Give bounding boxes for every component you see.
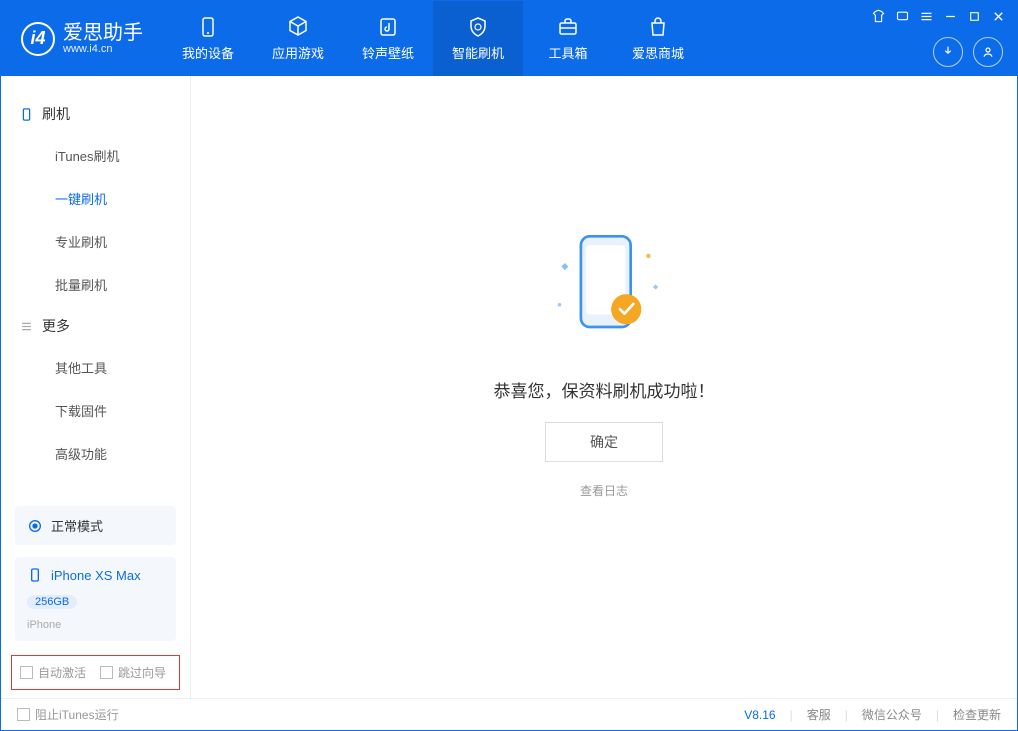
options-box: 自动激活 跳过向导 <box>11 655 180 690</box>
status-bar: 阻止iTunes运行 V8.16 | 客服 | 微信公众号 | 检查更新 <box>1 698 1017 730</box>
toolbox-icon <box>556 15 580 39</box>
device-name: iPhone XS Max <box>51 568 141 583</box>
wechat-link[interactable]: 微信公众号 <box>862 706 922 723</box>
view-log-link[interactable]: 查看日志 <box>580 482 628 499</box>
list-icon <box>19 319 34 334</box>
phone-icon <box>196 15 220 39</box>
app-url: www.i4.cn <box>63 43 143 55</box>
download-icon[interactable] <box>933 37 963 67</box>
tab-label: 爱思商城 <box>632 43 684 62</box>
mode-label: 正常模式 <box>51 516 103 535</box>
tab-label: 工具箱 <box>548 43 587 62</box>
version-label: V8.16 <box>744 708 775 722</box>
header-actions <box>933 37 1003 67</box>
checkbox-auto-activate[interactable]: 自动激活 <box>20 664 86 681</box>
checkbox-block-itunes[interactable]: 阻止iTunes运行 <box>17 706 119 723</box>
check-update-link[interactable]: 检查更新 <box>953 706 1001 723</box>
device-icon <box>19 107 34 122</box>
sidebar-section-flash: 刷机 <box>1 94 190 134</box>
sidebar-item-other-tools[interactable]: 其他工具 <box>1 346 190 389</box>
logo-icon: i4 <box>21 22 55 56</box>
window-controls <box>869 7 1007 25</box>
tab-flash[interactable]: 智能刷机 <box>433 1 523 76</box>
device-capacity: 256GB <box>27 595 77 609</box>
maximize-icon[interactable] <box>965 7 983 25</box>
app-header: i4 爱思助手 www.i4.cn 我的设备 应用游戏 铃声壁纸 智能刷机 工具… <box>1 1 1017 76</box>
tab-label: 我的设备 <box>182 43 234 62</box>
minimize-icon[interactable] <box>941 7 959 25</box>
support-link[interactable]: 客服 <box>807 706 831 723</box>
section-label: 更多 <box>42 316 70 336</box>
menu-icon[interactable] <box>917 7 935 25</box>
close-icon[interactable] <box>989 7 1007 25</box>
sidebar-section-more: 更多 <box>1 306 190 346</box>
main-content: 恭喜您，保资料刷机成功啦！ 确定 查看日志 <box>191 76 1017 700</box>
device-type: iPhone <box>27 619 61 631</box>
mode-icon <box>27 518 43 534</box>
checkbox-label: 自动激活 <box>38 664 86 681</box>
checkbox-label: 跳过向导 <box>118 664 166 681</box>
ok-button[interactable]: 确定 <box>545 422 663 462</box>
phone-small-icon <box>27 567 43 583</box>
skin-icon[interactable] <box>869 7 887 25</box>
checkbox-icon <box>17 708 30 721</box>
sidebar-item-batch-flash[interactable]: 批量刷机 <box>1 263 190 306</box>
tab-apps[interactable]: 应用游戏 <box>253 1 343 76</box>
sidebar-item-pro-flash[interactable]: 专业刷机 <box>1 220 190 263</box>
sidebar-item-download-fw[interactable]: 下载固件 <box>1 389 190 432</box>
tab-rings[interactable]: 铃声壁纸 <box>343 1 433 76</box>
success-message: 恭喜您，保资料刷机成功啦！ <box>494 377 715 402</box>
cube-icon <box>286 15 310 39</box>
section-label: 刷机 <box>42 104 70 124</box>
tab-toolbox[interactable]: 工具箱 <box>523 1 613 76</box>
bag-icon <box>646 15 670 39</box>
sidebar-item-onekey-flash[interactable]: 一键刷机 <box>1 177 190 220</box>
tab-label: 铃声壁纸 <box>362 43 414 62</box>
logo-area: i4 爱思助手 www.i4.cn <box>1 22 163 56</box>
checkbox-icon <box>20 666 33 679</box>
nav-tabs: 我的设备 应用游戏 铃声壁纸 智能刷机 工具箱 爱思商城 <box>163 1 703 76</box>
sidebar: 刷机 iTunes刷机 一键刷机 专业刷机 批量刷机 更多 其他工具 下载固件 … <box>1 76 191 700</box>
feedback-icon[interactable] <box>893 7 911 25</box>
checkbox-skip-guide[interactable]: 跳过向导 <box>100 664 166 681</box>
refresh-shield-icon <box>466 15 490 39</box>
checkbox-icon <box>100 666 113 679</box>
user-icon[interactable] <box>973 37 1003 67</box>
mode-card[interactable]: 正常模式 <box>15 506 176 545</box>
tab-label: 应用游戏 <box>272 43 324 62</box>
music-icon <box>376 15 400 39</box>
success-illustration <box>524 217 684 357</box>
app-name: 爱思助手 <box>63 23 143 43</box>
separator: | <box>845 708 848 722</box>
device-card[interactable]: iPhone XS Max 256GB iPhone <box>15 557 176 641</box>
separator: | <box>936 708 939 722</box>
tab-store[interactable]: 爱思商城 <box>613 1 703 76</box>
separator: | <box>790 708 793 722</box>
checkbox-label: 阻止iTunes运行 <box>35 706 119 723</box>
tab-mydevice[interactable]: 我的设备 <box>163 1 253 76</box>
sidebar-item-itunes-flash[interactable]: iTunes刷机 <box>1 134 190 177</box>
tab-label: 智能刷机 <box>452 43 504 62</box>
sidebar-item-advanced[interactable]: 高级功能 <box>1 432 190 475</box>
